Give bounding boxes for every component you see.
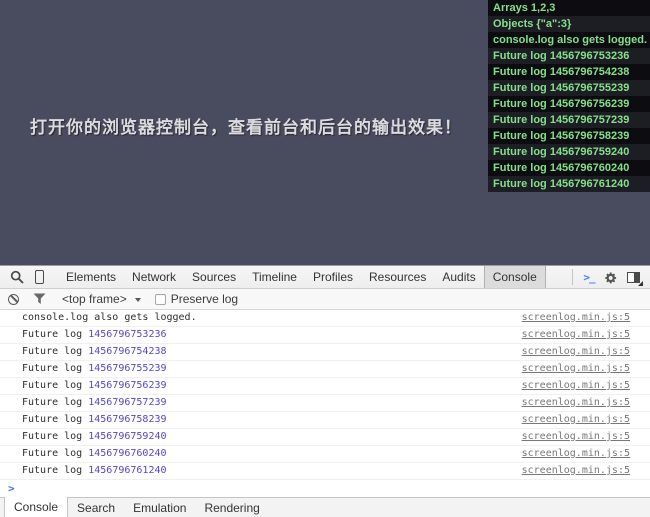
message-text: Future log: [22, 380, 88, 391]
tab-timeline[interactable]: Timeline: [246, 266, 303, 288]
tab-sources[interactable]: Sources: [186, 266, 242, 288]
drawer-tabbar: Console Search Emulation Rendering: [0, 497, 650, 517]
tab-profiles[interactable]: Profiles: [307, 266, 359, 288]
frame-selector-label: <top frame>: [62, 292, 127, 306]
message-text: Future log: [22, 414, 88, 425]
message-text: Future log: [22, 363, 88, 374]
message-number: 1456796757239: [88, 397, 166, 408]
toggle-drawer-button[interactable]: >_: [578, 266, 600, 288]
message-number: 1456796755239: [88, 363, 166, 374]
page-background: 打开你的浏览器控制台，查看前台和后台的输出效果！ Arrays 1,2,3 Ob…: [0, 0, 650, 265]
console-drawer-icon: >_: [583, 271, 594, 284]
console-message-row: Future log 1456796753236 screenlog.min.j…: [0, 327, 650, 344]
console-messages: console.log also gets logged. screenlog.…: [0, 310, 650, 497]
source-link[interactable]: screenlog.min.js:5: [522, 361, 630, 377]
drawer-tab-search[interactable]: Search: [68, 498, 124, 517]
console-message-row: console.log also gets logged. screenlog.…: [0, 310, 650, 327]
drawer-tab-emulation[interactable]: Emulation: [124, 498, 195, 517]
device-icon: [35, 270, 44, 284]
preserve-log-control: Preserve log: [155, 292, 238, 306]
message-text: Future log: [22, 346, 88, 357]
devtools-tabs: Elements Network Sources Timeline Profil…: [58, 266, 546, 288]
source-link[interactable]: screenlog.min.js:5: [522, 463, 630, 479]
screenlog-row: Future log 1456796759240: [488, 144, 650, 160]
dock-options-arrow-icon: [638, 281, 643, 286]
screenlog-row: Future log 1456796754238: [488, 64, 650, 80]
console-message-row: Future log 1456796756239 screenlog.min.j…: [0, 378, 650, 395]
console-message-row: Future log 1456796757239 screenlog.min.j…: [0, 395, 650, 412]
drawer-tab-rendering[interactable]: Rendering: [195, 498, 268, 517]
tab-console[interactable]: Console: [484, 266, 546, 288]
screenlog-row: Future log 1456796758239: [488, 128, 650, 144]
source-link[interactable]: screenlog.min.js:5: [522, 310, 630, 326]
console-message-row: Future log 1456796759240 screenlog.min.j…: [0, 429, 650, 446]
message-text: console.log also gets logged.: [22, 312, 197, 323]
devtools-panel: Elements Network Sources Timeline Profil…: [0, 265, 650, 517]
source-link[interactable]: screenlog.min.js:5: [522, 446, 630, 462]
frame-context-selector[interactable]: <top frame>: [62, 292, 141, 306]
message-number: 1456796759240: [88, 431, 166, 442]
source-link[interactable]: screenlog.min.js:5: [522, 412, 630, 428]
message-number: 1456796756239: [88, 380, 166, 391]
dock-side-button[interactable]: [622, 266, 644, 288]
message-text: Future log: [22, 329, 88, 340]
screenlog-row: Arrays 1,2,3: [488, 0, 650, 16]
dock-side-icon: [627, 272, 640, 283]
tab-resources[interactable]: Resources: [363, 266, 432, 288]
toolbar-divider: [572, 269, 573, 285]
console-toolbar: <top frame> Preserve log: [0, 289, 650, 310]
settings-button[interactable]: [600, 266, 622, 288]
message-text: Future log: [22, 448, 88, 459]
message-text: Future log: [22, 465, 88, 476]
gear-icon: [604, 270, 619, 285]
console-message-row: Future log 1456796758239 screenlog.min.j…: [0, 412, 650, 429]
message-number: 1456796753236: [88, 329, 166, 340]
search-icon: [10, 270, 24, 284]
inspect-search-button[interactable]: [6, 266, 28, 288]
source-link[interactable]: screenlog.min.js:5: [522, 378, 630, 394]
console-message-row: Future log 1456796754238 screenlog.min.j…: [0, 344, 650, 361]
source-link[interactable]: screenlog.min.js:5: [522, 429, 630, 445]
screen: 打开你的浏览器控制台，查看前台和后台的输出效果！ Arrays 1,2,3 Ob…: [0, 0, 650, 517]
message-number: 1456796754238: [88, 346, 166, 357]
source-link[interactable]: screenlog.min.js:5: [522, 327, 630, 343]
screenlog-row: Future log 1456796760240: [488, 160, 650, 176]
device-toolbar-button[interactable]: [28, 266, 50, 288]
drawer-tab-console[interactable]: Console: [4, 497, 68, 517]
source-link[interactable]: screenlog.min.js:5: [522, 344, 630, 360]
screenlog-row: Future log 1456796761240: [488, 176, 650, 192]
console-message-row: Future log 1456796761240 screenlog.min.j…: [0, 463, 650, 480]
page-message: 打开你的浏览器控制台，查看前台和后台的输出效果！: [30, 113, 462, 138]
console-message-row: Future log 1456796755239 screenlog.min.j…: [0, 361, 650, 378]
source-link[interactable]: screenlog.min.js:5: [522, 395, 630, 411]
tab-elements[interactable]: Elements: [60, 266, 122, 288]
message-number: 1456796761240: [88, 465, 166, 476]
preserve-log-checkbox[interactable]: [155, 294, 166, 305]
screenlog-row: console.log also gets logged.: [488, 32, 650, 48]
screenlog-row: Future log 1456796756239: [488, 96, 650, 112]
preserve-log-label[interactable]: Preserve log: [171, 292, 238, 306]
tab-network[interactable]: Network: [126, 266, 182, 288]
screenlog-row: Future log 1456796753236: [488, 48, 650, 64]
message-text: Future log: [22, 397, 88, 408]
console-prompt[interactable]: >: [0, 480, 650, 497]
filter-icon[interactable]: [33, 293, 46, 305]
screenlog-row: Future log 1456796755239: [488, 80, 650, 96]
screenlog-row: Objects {"a":3}: [488, 16, 650, 32]
tab-audits[interactable]: Audits: [436, 266, 481, 288]
message-text: Future log: [22, 431, 88, 442]
chevron-down-icon: [135, 298, 141, 302]
console-message-row: Future log 1456796760240 screenlog.min.j…: [0, 446, 650, 463]
screenlog-row: Future log 1456796757239: [488, 112, 650, 128]
devtools-toolbar: Elements Network Sources Timeline Profil…: [0, 265, 650, 289]
message-number: 1456796760240: [88, 448, 166, 459]
prompt-chevron-icon: >: [8, 482, 15, 495]
screenlog-overlay: Arrays 1,2,3 Objects {"a":3} console.log…: [488, 0, 650, 192]
clear-console-icon[interactable]: [8, 294, 19, 305]
message-number: 1456796758239: [88, 414, 166, 425]
